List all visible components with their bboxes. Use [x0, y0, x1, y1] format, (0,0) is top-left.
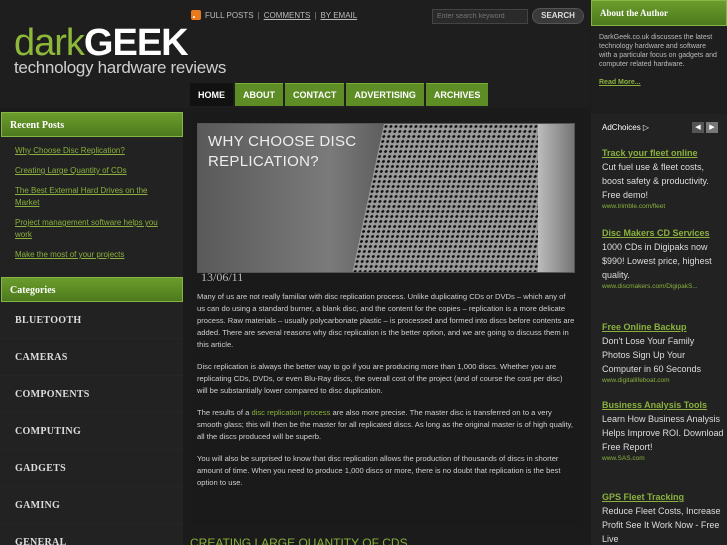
disc-replication-link[interactable]: disc replication process	[251, 408, 330, 417]
post-date: 13/06/11	[201, 270, 244, 284]
category-components[interactable]: COMPONENTS	[0, 376, 183, 413]
ad-prev-icon[interactable]: ◀	[692, 122, 704, 133]
ad-item[interactable]: Disc Makers CD Services 1000 CDs in Digi…	[602, 226, 724, 290]
recent-post-link[interactable]: Creating Large Quantity of CDs	[15, 165, 168, 177]
site-tagline: technology hardware reviews	[14, 58, 227, 77]
categories-heading: Categories	[1, 277, 183, 302]
nav-home[interactable]: HOME	[190, 83, 233, 106]
site-header: dark GEEK technology hardware reviews FUL…	[0, 0, 590, 108]
next-post-title[interactable]: CREATING LARGE QUANTITY OF CDS	[190, 536, 408, 545]
nav-advertising[interactable]: ADVERTISING	[346, 83, 424, 106]
main-nav: HOME ABOUT CONTACT ADVERTISING ARCHIVES	[190, 83, 490, 107]
hero-side-panel	[538, 124, 574, 272]
category-general[interactable]: GENERAL	[0, 524, 183, 545]
recent-post-link[interactable]: Make the most of your projects	[15, 249, 168, 261]
feed-links: FULL POSTS | COMMENTS | BY EMAIL	[191, 10, 357, 20]
nav-contact[interactable]: CONTACT	[285, 83, 345, 106]
recent-posts-heading: Recent Posts	[1, 112, 183, 137]
adchoices-text: AdChoices	[602, 123, 641, 132]
ad-description: Learn How Business Analysis Helps Improv…	[602, 414, 724, 452]
ad-url[interactable]: www.SAS.com	[602, 455, 724, 462]
post-paragraph: The results of a disc replication proces…	[197, 407, 575, 443]
ad-item[interactable]: GPS Fleet Tracking Reduce Fleet Costs, I…	[602, 490, 724, 545]
recent-post-link[interactable]: Why Choose Disc Replication?	[15, 145, 168, 157]
ad-description: 1000 CDs in Digipaks now $990! Lowest pr…	[602, 242, 712, 280]
recent-post-link[interactable]: The Best External Hard Drives on the Mar…	[15, 185, 168, 209]
ad-next-icon[interactable]: ▶	[706, 122, 718, 133]
ad-description: Reduce Fleet Costs, Increase Profit See …	[602, 506, 721, 544]
about-author-heading: About the Author	[591, 0, 727, 26]
ad-title[interactable]: Free Online Backup	[602, 320, 724, 334]
categories-list: BLUETOOTH CAMERAS COMPONENTS COMPUTING G…	[0, 302, 183, 545]
search-input[interactable]	[432, 9, 528, 24]
ad-item[interactable]: Track your fleet online Cut fuel use & f…	[602, 146, 724, 210]
main-content: WHY CHOOSE DISC REPLICATION? 13/06/11 Ma…	[191, 112, 583, 525]
category-cameras[interactable]: CAMERAS	[0, 339, 183, 376]
recent-posts-list: Why Choose Disc Replication? Creating La…	[0, 137, 183, 261]
adchoices-label[interactable]: AdChoices ▷	[602, 123, 649, 132]
post-paragraph: Many of us are not really familiar with …	[197, 292, 575, 349]
ad-title[interactable]: Disc Makers CD Services	[602, 226, 724, 240]
left-sidebar: Recent Posts Why Choose Disc Replication…	[0, 112, 183, 545]
post-title[interactable]: WHY CHOOSE DISC REPLICATION?	[208, 132, 368, 172]
separator: |	[257, 10, 260, 20]
site-logo[interactable]: dark GEEK	[14, 22, 189, 64]
ad-title[interactable]: GPS Fleet Tracking	[602, 490, 724, 504]
category-computing[interactable]: COMPUTING	[0, 413, 183, 450]
ad-url[interactable]: www.trimble.com/fleet	[602, 203, 724, 210]
search-button[interactable]: SEARCH	[532, 8, 584, 24]
ad-url[interactable]: www.discmakers.com/DigipakS...	[602, 283, 724, 290]
ad-title[interactable]: Track your fleet online	[602, 146, 724, 160]
adchoices-play-icon: ▷	[642, 123, 650, 132]
comments-link[interactable]: COMMENTS	[264, 11, 311, 20]
rss-icon[interactable]	[191, 10, 201, 20]
category-bluetooth[interactable]: BLUETOOTH	[0, 302, 183, 339]
recent-post-link[interactable]: Project management software helps you wo…	[15, 217, 168, 241]
category-gadgets[interactable]: GADGETS	[0, 450, 183, 487]
ad-item[interactable]: Free Online Backup Don't Lose Your Famil…	[602, 320, 724, 384]
separator: |	[314, 10, 317, 20]
nav-archives[interactable]: ARCHIVES	[425, 83, 489, 106]
ad-description: Don't Lose Your Family Photos Sign Up Yo…	[602, 336, 702, 374]
post-body: Many of us are not really familiar with …	[197, 291, 575, 499]
full-posts-link[interactable]: FULL POSTS	[205, 11, 254, 20]
post-hero-image[interactable]: WHY CHOOSE DISC REPLICATION?	[197, 123, 575, 273]
category-gaming[interactable]: GAMING	[0, 487, 183, 524]
about-author-text: DarkGeek.co.uk discusses the latest tech…	[599, 34, 717, 68]
right-sidebar: About the Author DarkGeek.co.uk discusse…	[591, 0, 727, 545]
ads-panel: AdChoices ▷ ◀ ▶ Track your fleet online …	[591, 114, 727, 545]
ad-item[interactable]: Business Analysis Tools Learn How Busine…	[602, 398, 724, 462]
read-more-link[interactable]: Read More...	[591, 69, 727, 86]
ad-description: Cut fuel use & fleet costs, boost safety…	[602, 162, 709, 200]
text-span: The results of a	[197, 408, 252, 417]
post-paragraph: You will also be surprised to know that …	[197, 454, 561, 487]
nav-about[interactable]: ABOUT	[235, 83, 283, 106]
ad-title[interactable]: Business Analysis Tools	[602, 398, 724, 412]
by-email-link[interactable]: BY EMAIL	[320, 11, 357, 20]
ad-url[interactable]: www.digitallifeboat.com	[602, 377, 724, 384]
post-paragraph: Disc replication is always the better wa…	[197, 362, 563, 395]
